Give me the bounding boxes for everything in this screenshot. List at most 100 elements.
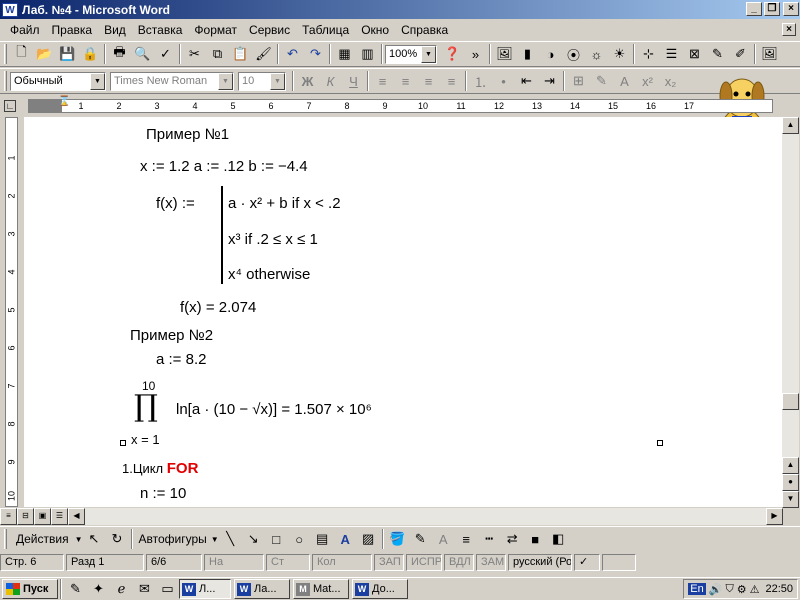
chevron-down-icon[interactable]: ▼ [270,72,285,90]
bold-icon[interactable]: Ж [296,70,319,92]
pen-icon[interactable]: ✎ [706,43,729,65]
close-button[interactable]: × [783,2,799,16]
status-ovr[interactable]: ЗАМ [476,554,506,571]
zoom-select[interactable]: 100% ▼ [385,44,437,64]
save-icon[interactable]: 💾 [56,43,79,65]
decrease-indent-icon[interactable]: ⇤ [515,70,538,92]
ie-icon[interactable]: ℯ [110,578,133,600]
scroll-left-icon[interactable]: ◀ [68,508,85,525]
arrow-icon[interactable]: ↘ [242,528,265,550]
insert-clip-icon[interactable]: 🖼 [758,43,781,65]
network-icon[interactable]: ⚙ [737,583,747,596]
toolbar-grip[interactable] [4,71,7,91]
menu-file[interactable]: Файл [4,23,46,37]
status-ext[interactable]: ВДЛ [444,554,474,571]
chevron-down-icon[interactable]: ▼ [421,45,436,63]
borders-icon[interactable]: ⊞ [567,70,590,92]
copy-icon[interactable]: ⧉ [206,43,229,65]
justify-icon[interactable]: ≡ [440,70,463,92]
outline-view-icon[interactable]: ☰ [51,508,68,525]
restore-button[interactable]: ❐ [764,2,780,16]
object-icon[interactable]: ⦿ [562,43,585,65]
superscript-icon[interactable]: x² [636,70,659,92]
menu-view[interactable]: Вид [98,23,132,37]
desktop-icon[interactable]: ▭ [156,578,179,600]
web-view-icon[interactable]: ⊟ [17,508,34,525]
minimize-button[interactable]: _ [746,2,762,16]
print-icon[interactable]: 🖶 [108,43,131,65]
line-color-icon[interactable]: ✎ [409,528,432,550]
font-size-select[interactable]: 10 ▼ [238,71,286,91]
subscript-icon[interactable]: x₂ [659,70,682,92]
security-icon[interactable]: ⚠ [750,583,760,596]
function-definition-lhs[interactable]: f(x) := [156,195,195,212]
toolbar-grip[interactable] [4,529,7,549]
oval-icon[interactable]: ○ [288,528,311,550]
example2-variable[interactable]: a := 8.2 [156,351,206,368]
scroll-up-page-icon[interactable]: ▲ [782,457,799,474]
font-color-icon[interactable]: A [613,70,636,92]
select-objects-icon[interactable]: ↖ [83,528,106,550]
font-select[interactable]: Times New Roman ▼ [110,71,234,91]
task-word-2[interactable]: W Ла... [234,579,290,599]
piecewise-row-3[interactable]: x⁴ otherwise [228,266,310,283]
n-assignment[interactable]: n := 10 [140,485,186,502]
task-doc[interactable]: W До... [352,579,408,599]
toolbar-options-icon[interactable]: » [464,43,487,65]
scroll-right-icon[interactable]: ▶ [766,508,783,525]
selection-handle[interactable] [120,440,126,446]
paste-icon[interactable]: 📋 [229,43,252,65]
status-spelling-icon[interactable]: ✓ [574,554,600,571]
rotate-icon[interactable]: ↻ [106,528,129,550]
bullets-icon[interactable]: • [492,70,515,92]
menu-insert[interactable]: Вставка [132,23,189,37]
close-document-button[interactable]: × [782,23,796,36]
edit-icon[interactable]: ✐ [729,43,752,65]
outlook-icon[interactable]: ✉ [133,578,156,600]
quicklaunch-icon[interactable]: ✦ [87,578,110,600]
print-view-icon[interactable]: ▣ [34,508,51,525]
new-icon[interactable]: 🗋 [10,43,33,65]
fill-color-icon[interactable]: 🪣 [386,528,409,550]
start-button[interactable]: Пуск [2,579,58,599]
align-left-icon[interactable]: ≡ [371,70,394,92]
autoshapes-menu[interactable]: Автофигуры [135,532,211,546]
toolbar-grip[interactable] [4,44,7,64]
style-select[interactable]: Обычный ▼ [10,71,106,91]
chart-icon[interactable]: ▮ [516,43,539,65]
document-page[interactable]: Пример №1 x := 1.2 a := .12 b := −4.4 f(… [24,117,782,507]
line-icon[interactable]: ╲ [219,528,242,550]
volume-icon[interactable]: 🔊 [709,583,723,596]
italic-icon[interactable]: К [319,70,342,92]
selection-handle[interactable] [657,440,663,446]
numbering-icon[interactable]: ⒈ [469,70,492,92]
status-rec[interactable]: ЗАП [374,554,404,571]
status-trk[interactable]: ИСПР [406,554,442,571]
textbox-icon[interactable]: ▤ [311,528,334,550]
clock[interactable]: 22:50 [765,583,793,595]
dash-style-icon[interactable]: ┅ [478,528,501,550]
quicklaunch-icon[interactable]: ✎ [64,578,87,600]
actions-menu[interactable]: Действия [10,532,75,546]
task-word-1[interactable]: W Л... [179,579,231,599]
scroll-up-icon[interactable]: ▲ [782,117,799,134]
antivirus-icon[interactable]: ⛉ [725,583,733,596]
menu-help[interactable]: Справка [395,23,454,37]
underline-icon[interactable]: Ч [342,70,365,92]
font-color-icon[interactable]: A [432,528,455,550]
3d-icon[interactable]: ◧ [547,528,570,550]
normal-view-icon[interactable]: ≡ [0,508,17,525]
print-preview-icon[interactable]: 🔍 [131,43,154,65]
menu-edit[interactable]: Правка [46,23,99,37]
cut-icon[interactable]: ✂ [183,43,206,65]
function-result[interactable]: f(x) = 2.074 [180,299,256,316]
piecewise-row-1[interactable]: a · x² + b if x < .2 [228,195,341,212]
shadow-icon[interactable]: ■ [524,528,547,550]
insert-picture-icon[interactable]: 🖼 [493,43,516,65]
highlight-icon[interactable]: ✎ [590,70,613,92]
lines-icon[interactable]: ☰ [660,43,683,65]
line-style-icon[interactable]: ≡ [455,528,478,550]
align-center-icon[interactable]: ≡ [394,70,417,92]
open-icon[interactable]: 📂 [33,43,56,65]
undo-icon[interactable]: ↶ [281,43,304,65]
